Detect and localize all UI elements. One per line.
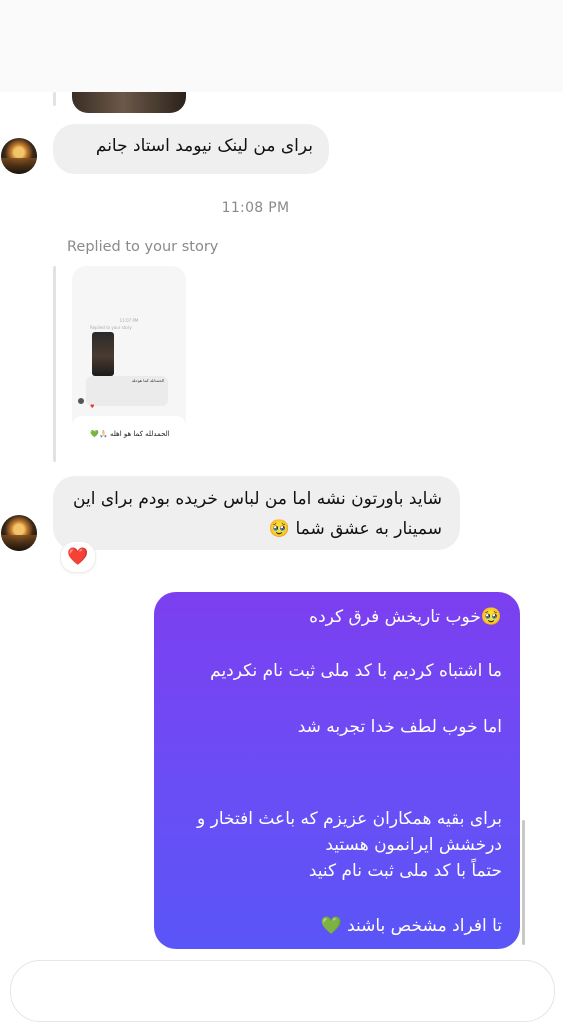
story-preview-time: 11:07 PM (119, 318, 139, 323)
message-composer[interactable] (10, 960, 555, 1022)
timestamp: 11:08 PM (221, 200, 290, 216)
scrollbar[interactable] (522, 820, 525, 945)
previous-media-thumbnail[interactable] (72, 92, 186, 113)
outgoing-line-1: 🥹خوب تاریخش فرق کرده (309, 607, 502, 627)
sender-avatar[interactable] (1, 138, 37, 174)
outgoing-line-2: ما اشتباه کردیم با کد ملی ثبت نام نکردیم (210, 661, 502, 681)
story-preview-caption: الحمدلله کما هو اهله 🙏🏻💚 (90, 430, 170, 438)
story-preview-card[interactable]: 11:07 PM Replied to your story الحمدلله … (72, 266, 186, 462)
top-bar-area (0, 0, 563, 92)
story-preview-avatar (78, 398, 84, 404)
outgoing-line-4: برای بقیه همکاران عزیزم که باعث افتخار و… (197, 809, 502, 881)
story-reply-line (53, 266, 56, 462)
sender-avatar[interactable] (1, 515, 37, 551)
story-preview-heart-icon: ♥ (90, 404, 95, 410)
replied-to-story-label: Replied to your story (67, 239, 219, 255)
story-preview-bubble: الحمدلله کما هوحله (86, 376, 168, 406)
outgoing-line-3: اما خوب لطف خدا تجربه شد (297, 717, 502, 737)
incoming-message-1[interactable]: برای من لینک نیومد استاد جانم (53, 124, 329, 174)
story-preview-replied: Replied to your story (90, 325, 132, 330)
outgoing-line-5: تا افراد مشخص باشند 💚 (320, 916, 503, 936)
message-text: برای من لینک نیومد استاد جانم (95, 136, 313, 156)
story-preview-photo (92, 332, 114, 376)
incoming-message-2[interactable]: شاید باورتون نشه اما من لباس خریده بودم … (53, 476, 460, 550)
heart-reaction[interactable]: ❤️ (60, 541, 96, 573)
story-preview-caption-area (72, 416, 186, 462)
heart-icon: ❤️ (67, 547, 89, 567)
outgoing-message[interactable]: 🥹خوب تاریخش فرق کرده ما اشتباه کردیم با … (154, 592, 520, 949)
reply-thread-line (53, 92, 56, 106)
message-text: شاید باورتون نشه اما من لباس خریده بودم … (73, 489, 442, 539)
